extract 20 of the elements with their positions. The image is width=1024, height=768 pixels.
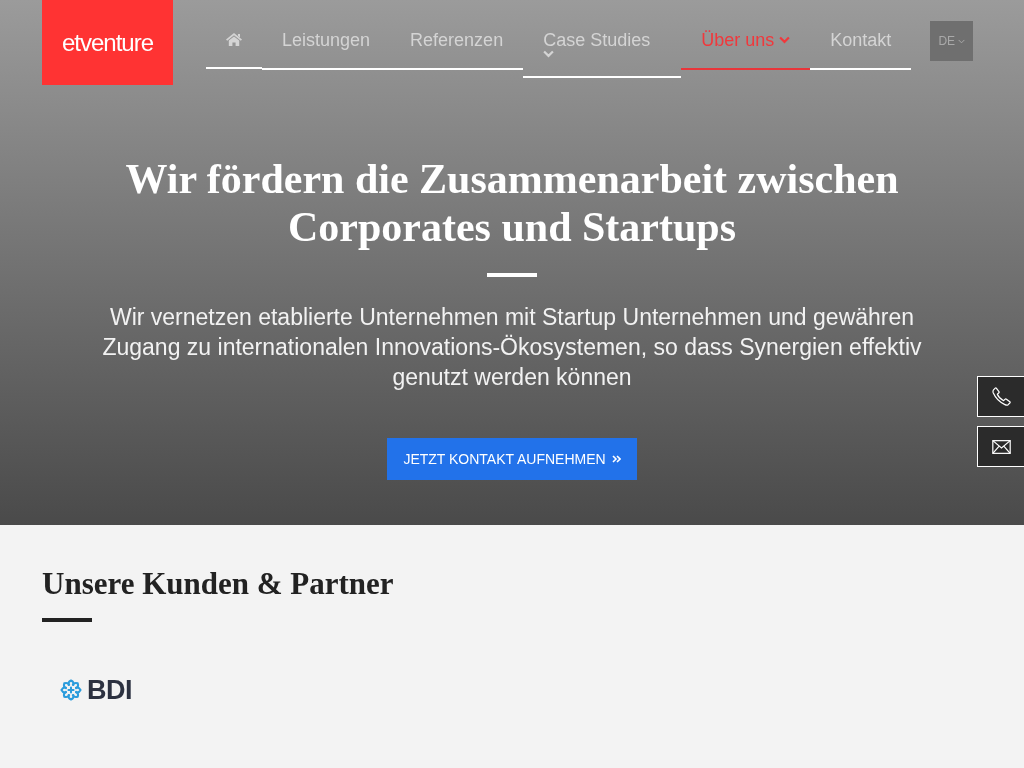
section-heading: Unsere Kunden & Partner — [42, 566, 394, 602]
nav-link[interactable]: Leistungen — [262, 0, 391, 70]
envelope-icon — [991, 439, 1011, 454]
home-icon — [226, 33, 242, 46]
logo[interactable]: etventure — [42, 0, 173, 85]
phone-button[interactable] — [977, 376, 1024, 417]
partner-logo-name: BDI — [87, 676, 132, 704]
rosette-icon — [60, 679, 82, 701]
nav-link[interactable]: Referenzen — [390, 0, 524, 70]
chevron-down-icon — [958, 38, 966, 44]
double-chevron-right-icon — [611, 455, 621, 463]
hero-heading: Wir fördern die Zusammenarbeit zwischen Corporates und Startups — [124, 155, 900, 251]
mail-button[interactable] — [977, 426, 1024, 467]
contact-button[interactable]: JETZT KONTAKT AUFNEHMEN — [387, 438, 637, 480]
hero-text: Wir vernetzen etablierte Unternehmen mit Startup Unternehmen und gewähren Zugang zu internationalen Innovations-Ökosystemen, so dass Synergien effektiv genutzt werden können — [101, 303, 923, 392]
nav-link[interactable]: Über uns — [681, 0, 811, 70]
phone-icon — [991, 387, 1011, 406]
nav-link[interactable]: Kontakt — [810, 0, 912, 70]
language-selector[interactable]: DE — [930, 21, 974, 61]
nav-link[interactable]: Case Studies — [523, 0, 682, 78]
